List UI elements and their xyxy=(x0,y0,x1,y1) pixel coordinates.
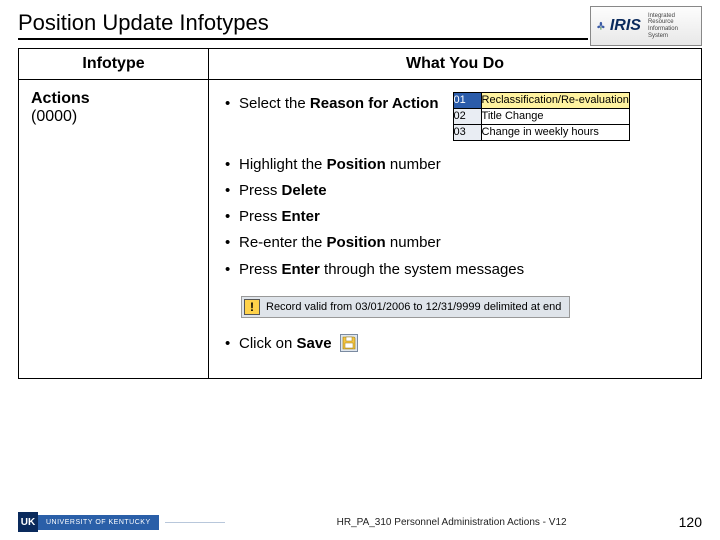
step-7: Click on Save xyxy=(223,334,687,354)
step-4: Press Enter xyxy=(223,207,687,227)
iris-logo-text: IRIS xyxy=(610,17,641,35)
step-6: Press Enter through the system messages xyxy=(223,260,687,280)
footer-divider xyxy=(165,522,225,523)
step-3: Press Delete xyxy=(223,181,687,201)
infotype-cell: Actions (0000) xyxy=(19,80,208,136)
step-5: Re-enter the Position number xyxy=(223,233,687,253)
page-title: Position Update Infotypes xyxy=(18,10,269,36)
footer: UK UNIVERSITY OF KENTUCKY HR_PA_310 Pers… xyxy=(0,512,720,532)
header-infotype: Infotype xyxy=(19,49,209,80)
uk-logo: UK UNIVERSITY OF KENTUCKY xyxy=(18,512,159,532)
warning-icon: ! xyxy=(244,299,260,315)
infotype-code: (0000) xyxy=(31,108,77,125)
save-icon xyxy=(340,334,358,352)
warning-message: ! Record valid from 03/01/2006 to 12/31/… xyxy=(241,296,570,318)
reason-dropdown: 01 Reclassification/Re-evaluation 02 Tit… xyxy=(453,92,630,141)
step-2: Highlight the Position number xyxy=(223,155,687,175)
warning-text: Record valid from 03/01/2006 to 12/31/99… xyxy=(266,301,561,313)
uk-logo-long: UNIVERSITY OF KENTUCKY xyxy=(38,515,159,530)
reason-row-01: 01 Reclassification/Re-evaluation xyxy=(453,93,629,109)
step-1: Select the Reason for Action 01 Reclassi… xyxy=(223,94,687,141)
reason-row-02: 02 Title Change xyxy=(453,108,629,124)
reason-row-03: 03 Change in weekly hours xyxy=(453,124,629,140)
infotype-name: Actions xyxy=(31,90,196,108)
iris-logo-subtitle: Integrated Resource Information System xyxy=(648,13,696,39)
infotype-table: Infotype What You Do Actions (0000) Sele… xyxy=(18,48,702,379)
iris-flower-icon xyxy=(596,15,606,37)
uk-logo-short: UK xyxy=(18,512,38,532)
header-whatyoudo: What You Do xyxy=(209,49,702,80)
iris-logo: IRIS Integrated Resource Information Sys… xyxy=(590,6,702,46)
footer-doc-title: HR_PA_310 Personnel Administration Actio… xyxy=(225,517,679,528)
page-number: 120 xyxy=(679,514,702,530)
